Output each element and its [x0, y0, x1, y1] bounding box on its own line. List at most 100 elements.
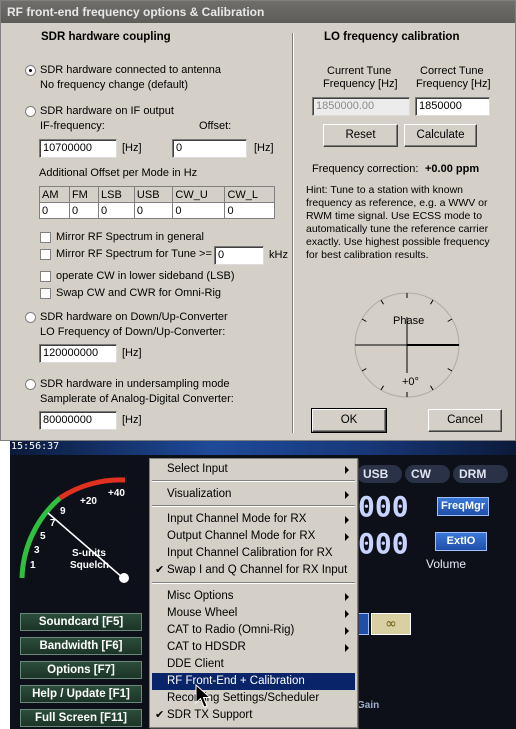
menu-item-cat-radio[interactable]: CAT to Radio (Omni-Rig) [152, 622, 355, 639]
menu-item-recording-settings[interactable]: Recording Settings/Scheduler [152, 690, 355, 707]
mode-cw-button[interactable]: CW [405, 465, 450, 483]
radio-if-output[interactable] [25, 106, 36, 117]
mode-offset-cwl-input[interactable]: 0 [224, 202, 275, 219]
hint-line: for best calibration results. [306, 249, 429, 261]
extio-button[interactable]: ExtIO [435, 532, 487, 551]
s-meter: +40 +20 9 7 5 3 1 S-units Squelch [19, 477, 129, 583]
waterfall-time-bar [10, 441, 516, 455]
menu-item-label: Input Channel Mode for RX [167, 513, 307, 525]
s-units-label: S-units [72, 548, 106, 559]
lo-frequency-label: LO Frequency of Down/Up-Converter: [40, 326, 226, 338]
mirror-general-checkbox[interactable] [40, 232, 51, 243]
lo-unit: [Hz] [122, 347, 142, 359]
reset-button[interactable]: Reset [323, 124, 398, 147]
mode-offset-fm-input[interactable]: 0 [68, 202, 100, 219]
menu-item-label: Select Input [167, 463, 228, 475]
bandwidth-button[interactable]: Bandwidth [F6] [20, 637, 142, 655]
phase-value: +0° [402, 376, 419, 388]
hint-line: frequency as reference, e.g. a WWV or [306, 197, 488, 209]
calculate-button[interactable]: Calculate [404, 124, 477, 147]
mode-offset-label: Additional Offset per Mode in Hz [39, 167, 198, 179]
radio-if-label: SDR hardware on IF output [40, 105, 174, 117]
section-divider [292, 33, 294, 433]
hint-line: automatically tune the reference carrier [306, 223, 489, 235]
mode-header-am: AM [39, 186, 70, 203]
checkmark-icon: ✔ [155, 564, 165, 576]
meter-label-7: 7 [50, 518, 56, 529]
mirror-tune-checkbox[interactable] [40, 249, 51, 260]
swap-cw-checkbox[interactable] [40, 288, 51, 299]
mode-header-cwu: CW_U [172, 186, 226, 203]
adc-samplerate-label: Samplerate of Analog-Digital Converter: [40, 393, 234, 405]
mode-offset-usb-input[interactable]: 0 [133, 202, 174, 219]
menu-item-swap-iq[interactable]: ✔ Swap I and Q Channel for RX Input [152, 562, 355, 579]
mirror-tune-unit: kHz [269, 249, 288, 261]
menu-item-dde-client[interactable]: DDE Client [152, 656, 355, 673]
correct-tune-input[interactable]: 1850000 [415, 97, 490, 116]
offset-input[interactable]: 0 [172, 139, 247, 158]
help-update-button[interactable]: Help / Update [F1] [20, 685, 142, 703]
menu-item-mouse-wheel[interactable]: Mouse Wheel [152, 605, 355, 622]
hint-line: Hint: Tune to a station with known [306, 184, 464, 196]
frequency-digits-lo[interactable]: 000 [358, 490, 409, 523]
menu-item-input-channel-mode[interactable]: Input Channel Mode for RX [152, 511, 355, 528]
submenu-arrow-icon [345, 533, 349, 541]
menu-item-label: Swap I and Q Channel for RX Input [167, 564, 348, 576]
menu-item-label: Mouse Wheel [167, 607, 238, 619]
submenu-arrow-icon [345, 491, 349, 499]
frequency-digits-tune[interactable]: 000 [358, 527, 409, 560]
soundcard-button[interactable]: Soundcard [F5] [20, 613, 142, 631]
mode-drm-button[interactable]: DRM [453, 465, 508, 483]
mouse-cursor-icon [195, 684, 212, 708]
mirror-tune-input[interactable]: 0 [214, 246, 264, 265]
submenu-arrow-icon [345, 466, 349, 474]
menu-item-label: Visualization [167, 488, 232, 500]
checkmark-icon: ✔ [155, 709, 165, 721]
radio-undersampling[interactable] [25, 379, 36, 390]
options-button[interactable]: Options [F7] [20, 661, 142, 679]
adc-samplerate-input[interactable]: 80000000 [39, 411, 117, 430]
options-context-menu: Select Input Visualization Input Channel… [149, 458, 358, 728]
lo-frequency-input[interactable]: 120000000 [39, 344, 117, 363]
offset-unit: [Hz] [254, 142, 274, 154]
menu-item-rf-frontend-calibration[interactable]: RF Front-End + Calibration [152, 673, 355, 690]
mode-offset-lsb-input[interactable]: 0 [98, 202, 135, 219]
menu-item-output-channel-mode[interactable]: Output Channel Mode for RX [152, 528, 355, 545]
menu-separator [152, 480, 355, 482]
menu-item-visualization[interactable]: Visualization [152, 486, 355, 503]
cw-lsb-label: operate CW in lower sideband (LSB) [56, 270, 235, 282]
menu-item-label: CAT to Radio (Omni-Rig) [167, 624, 295, 636]
mode-offset-am-input[interactable]: 0 [39, 202, 70, 219]
freq-correction-value: +0.00 ppm [425, 163, 480, 175]
cancel-button[interactable]: Cancel [428, 409, 502, 432]
meter-label-9: 9 [60, 506, 66, 517]
cw-lsb-checkbox[interactable] [40, 271, 51, 282]
submenu-arrow-icon [345, 610, 349, 618]
offset-label: Offset: [199, 120, 232, 132]
mode-offset-value-row: 0 0 0 0 0 0 [39, 202, 275, 219]
lo-section-title: LO frequency calibration [324, 31, 460, 43]
full-screen-button[interactable]: Full Screen [F11] [20, 709, 142, 727]
loop-icon[interactable]: ∞ [371, 613, 411, 635]
menu-item-label: SDR TX Support [167, 709, 253, 721]
ok-button[interactable]: OK [311, 408, 387, 433]
radio-antenna[interactable] [25, 65, 36, 76]
mode-offset-cwu-input[interactable]: 0 [172, 202, 226, 219]
current-tune-label-unit: Frequency [Hz] [323, 78, 398, 90]
radio-antenna-label: SDR hardware connected to antenna [40, 64, 222, 76]
side-blue-button[interactable] [357, 613, 369, 635]
menu-item-cat-hdsdr[interactable]: CAT to HDSDR [152, 639, 355, 656]
mode-header-fm: FM [68, 186, 100, 203]
mode-usb-button[interactable]: USB [357, 465, 402, 483]
menu-item-select-input[interactable]: Select Input [152, 461, 355, 478]
radio-downup-converter[interactable] [25, 312, 36, 323]
adc-unit: [Hz] [122, 414, 142, 426]
menu-item-input-channel-calibration[interactable]: Input Channel Calibration for RX [152, 545, 355, 562]
freqmgr-button[interactable]: FreqMgr [437, 497, 489, 516]
menu-item-misc-options[interactable]: Misc Options [152, 588, 355, 605]
menu-item-label: Input Channel Calibration for RX [167, 547, 333, 559]
left-window-edge [0, 441, 10, 729]
menu-item-sdr-tx-support[interactable]: ✔ SDR TX Support [152, 707, 355, 724]
if-frequency-input[interactable]: 10700000 [39, 139, 117, 158]
hint-line: exactly. Use highest possible frequency [306, 236, 490, 248]
